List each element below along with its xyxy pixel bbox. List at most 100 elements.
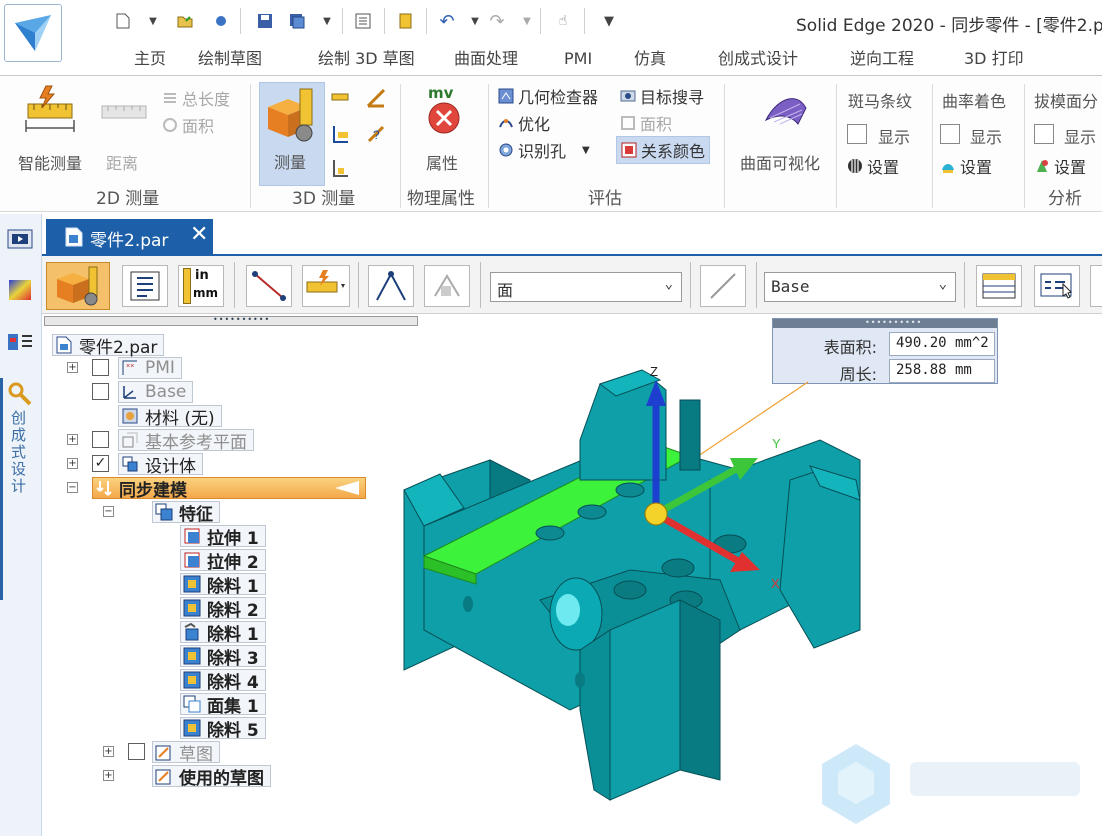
expand-used-sketches-icon[interactable]: + bbox=[103, 770, 114, 781]
tab-3d-sketch[interactable]: 绘制 3D 草图 bbox=[304, 44, 440, 74]
expand-sketches-icon[interactable]: + bbox=[103, 746, 114, 757]
tree-node-material[interactable]: 材料 (无) bbox=[118, 405, 222, 429]
tree-row-sync[interactable]: 同步建模 bbox=[92, 477, 366, 501]
measure-distance-3d-icon[interactable] bbox=[330, 88, 352, 112]
customize-qa-icon[interactable]: ▼ bbox=[600, 12, 618, 30]
properties-icon[interactable] bbox=[354, 12, 372, 30]
units-button[interactable]: in mm bbox=[178, 265, 224, 307]
layers-icon[interactable] bbox=[6, 328, 34, 356]
tree-node-feature[interactable]: 除料 5 bbox=[180, 717, 266, 741]
feature-library-icon[interactable] bbox=[6, 226, 34, 254]
expand-pmi-icon[interactable]: + bbox=[67, 362, 78, 373]
total-length-button[interactable]: 总长度 bbox=[162, 86, 230, 110]
tab-sketch[interactable]: 绘制草图 bbox=[184, 44, 304, 74]
distance-button[interactable] bbox=[100, 98, 148, 128]
tree-node-feature[interactable]: 拉伸 1 bbox=[180, 525, 266, 549]
tree-row-pmi[interactable]: ×× PMI bbox=[118, 357, 182, 379]
undo-dropdown-icon[interactable]: ▼ bbox=[466, 12, 484, 30]
measure-3d-button[interactable]: 测量 bbox=[259, 82, 325, 186]
triad-origin[interactable] bbox=[644, 502, 668, 526]
tree-node-features[interactable]: 特征 bbox=[152, 501, 220, 525]
feature-item[interactable]: 除料 2 bbox=[180, 597, 266, 621]
copy-to-clipboard-button[interactable] bbox=[1034, 265, 1080, 307]
surface-visualization-button[interactable] bbox=[756, 84, 816, 144]
feature-item[interactable]: 除料 4 bbox=[180, 669, 266, 693]
tree-node-ref-planes[interactable]: 基本参考平面 bbox=[118, 429, 254, 453]
tree-row-base[interactable]: Base bbox=[118, 381, 194, 403]
clipboard-icon[interactable] bbox=[396, 12, 414, 30]
feature-item[interactable]: 除料 1 bbox=[180, 621, 266, 645]
tree-node-used-sketches[interactable]: 使用的草图 bbox=[152, 765, 271, 789]
save-all-icon[interactable] bbox=[288, 12, 306, 30]
tab-3d-print[interactable]: 3D 打印 bbox=[950, 44, 1046, 74]
tree-node-sketches[interactable]: 草图 bbox=[152, 741, 220, 765]
tree-row-used-sketches[interactable]: 使用的草图 bbox=[152, 765, 271, 789]
tree-row-material[interactable]: 材料 (无) bbox=[118, 405, 222, 429]
measure-panel-titlebar[interactable]: •••••••••• bbox=[773, 318, 997, 328]
tab-surfacing[interactable]: 曲面处理 bbox=[440, 44, 550, 74]
tree-row-sketches[interactable]: 草图 bbox=[152, 741, 220, 765]
coordinate-line-button[interactable] bbox=[700, 265, 746, 307]
tree-node-sync[interactable]: 同步建模 bbox=[92, 477, 366, 501]
tree-node-feature[interactable]: 除料 1 bbox=[180, 573, 266, 597]
options-button[interactable] bbox=[122, 265, 168, 307]
base-visibility-checkbox[interactable] bbox=[92, 383, 109, 400]
area-2d-button[interactable]: 面积 bbox=[162, 113, 214, 137]
inspect-3d-icon[interactable]: ? bbox=[366, 124, 388, 148]
line-tool-button[interactable] bbox=[246, 265, 292, 307]
point-to-point-button[interactable] bbox=[424, 265, 470, 307]
tree-row-ref-planes[interactable]: 基本参考平面 bbox=[118, 429, 254, 453]
redo-dropdown-icon[interactable]: ▼ bbox=[518, 12, 536, 30]
more-button[interactable] bbox=[1090, 265, 1102, 307]
part-model[interactable] bbox=[403, 369, 861, 801]
open-icon[interactable] bbox=[176, 12, 194, 30]
coordinate-system-dropdown[interactable]: Base ⌄ bbox=[764, 272, 956, 302]
feature-item[interactable]: 拉伸 2 bbox=[180, 549, 266, 573]
tree-node-feature[interactable]: 拉伸 2 bbox=[180, 549, 266, 573]
application-button[interactable] bbox=[4, 4, 62, 62]
geometry-inspector-button[interactable]: 几何检查器 bbox=[498, 84, 598, 108]
tree-root[interactable]: 零件2.par bbox=[52, 334, 165, 358]
zebra-show-checkbox[interactable] bbox=[847, 124, 867, 144]
tree-node-feature[interactable]: 除料 1 bbox=[180, 621, 266, 645]
smart-measure-button[interactable] bbox=[22, 84, 78, 136]
measure-angle-3d-icon[interactable] bbox=[366, 88, 388, 112]
new-icon[interactable] bbox=[114, 12, 132, 30]
measure-normal-3d-icon[interactable] bbox=[330, 124, 352, 148]
sketches-visibility-checkbox[interactable] bbox=[128, 743, 145, 760]
close-icon[interactable]: ✕ bbox=[190, 222, 208, 247]
tree-node-root[interactable]: 零件2.par bbox=[52, 334, 165, 358]
expand-design-body-icon[interactable]: + bbox=[67, 458, 78, 469]
draft-settings-button[interactable]: 设置 bbox=[1034, 154, 1086, 178]
tree-node-pmi[interactable]: ×× PMI bbox=[118, 357, 182, 379]
new-dropdown-icon[interactable]: ▼ bbox=[144, 12, 162, 30]
physical-properties-button[interactable]: mv bbox=[418, 84, 470, 140]
tab-simulation[interactable]: 仿真 bbox=[620, 44, 704, 74]
tab-generative-design[interactable]: 创成式设计 bbox=[704, 44, 836, 74]
pointer-icon[interactable]: ☝ bbox=[554, 12, 572, 30]
keypoints-button[interactable] bbox=[368, 265, 414, 307]
tree-node-feature[interactable]: 除料 4 bbox=[180, 669, 266, 693]
identify-holes-dropdown-icon[interactable]: ▼ bbox=[582, 145, 590, 156]
select-type-dropdown[interactable]: 面 ⌄ bbox=[490, 272, 682, 302]
measurement-table-button[interactable] bbox=[976, 265, 1022, 307]
area-eval-button[interactable]: 面积 bbox=[620, 111, 672, 135]
draft-show-checkbox[interactable] bbox=[1034, 124, 1054, 144]
feature-item[interactable]: 除料 3 bbox=[180, 645, 266, 669]
color-map-icon[interactable] bbox=[6, 276, 34, 304]
tree-node-feature[interactable]: 除料 3 bbox=[180, 645, 266, 669]
curvature-show-checkbox[interactable] bbox=[940, 124, 960, 144]
feature-item[interactable]: 拉伸 1 bbox=[180, 525, 266, 549]
feature-item[interactable]: 面集 1 bbox=[180, 693, 266, 717]
relation-colors-button[interactable]: 关系颜色 bbox=[616, 136, 711, 164]
optimize-button[interactable]: 优化 bbox=[498, 111, 550, 135]
target-seek-button[interactable]: 目标搜寻 bbox=[620, 84, 704, 108]
collapse-sync-icon[interactable]: − bbox=[67, 482, 78, 493]
tab-home[interactable]: 主页 bbox=[120, 44, 184, 74]
tab-reverse-engineering[interactable]: 逆向工程 bbox=[836, 44, 950, 74]
tree-panel-splitter[interactable]: •••••••••• bbox=[44, 316, 418, 326]
feature-item[interactable]: 除料 1 bbox=[180, 573, 266, 597]
expand-ref-planes-icon[interactable]: + bbox=[67, 434, 78, 445]
minimum-distance-icon[interactable] bbox=[330, 158, 352, 182]
tree-node-feature[interactable]: 除料 2 bbox=[180, 597, 266, 621]
